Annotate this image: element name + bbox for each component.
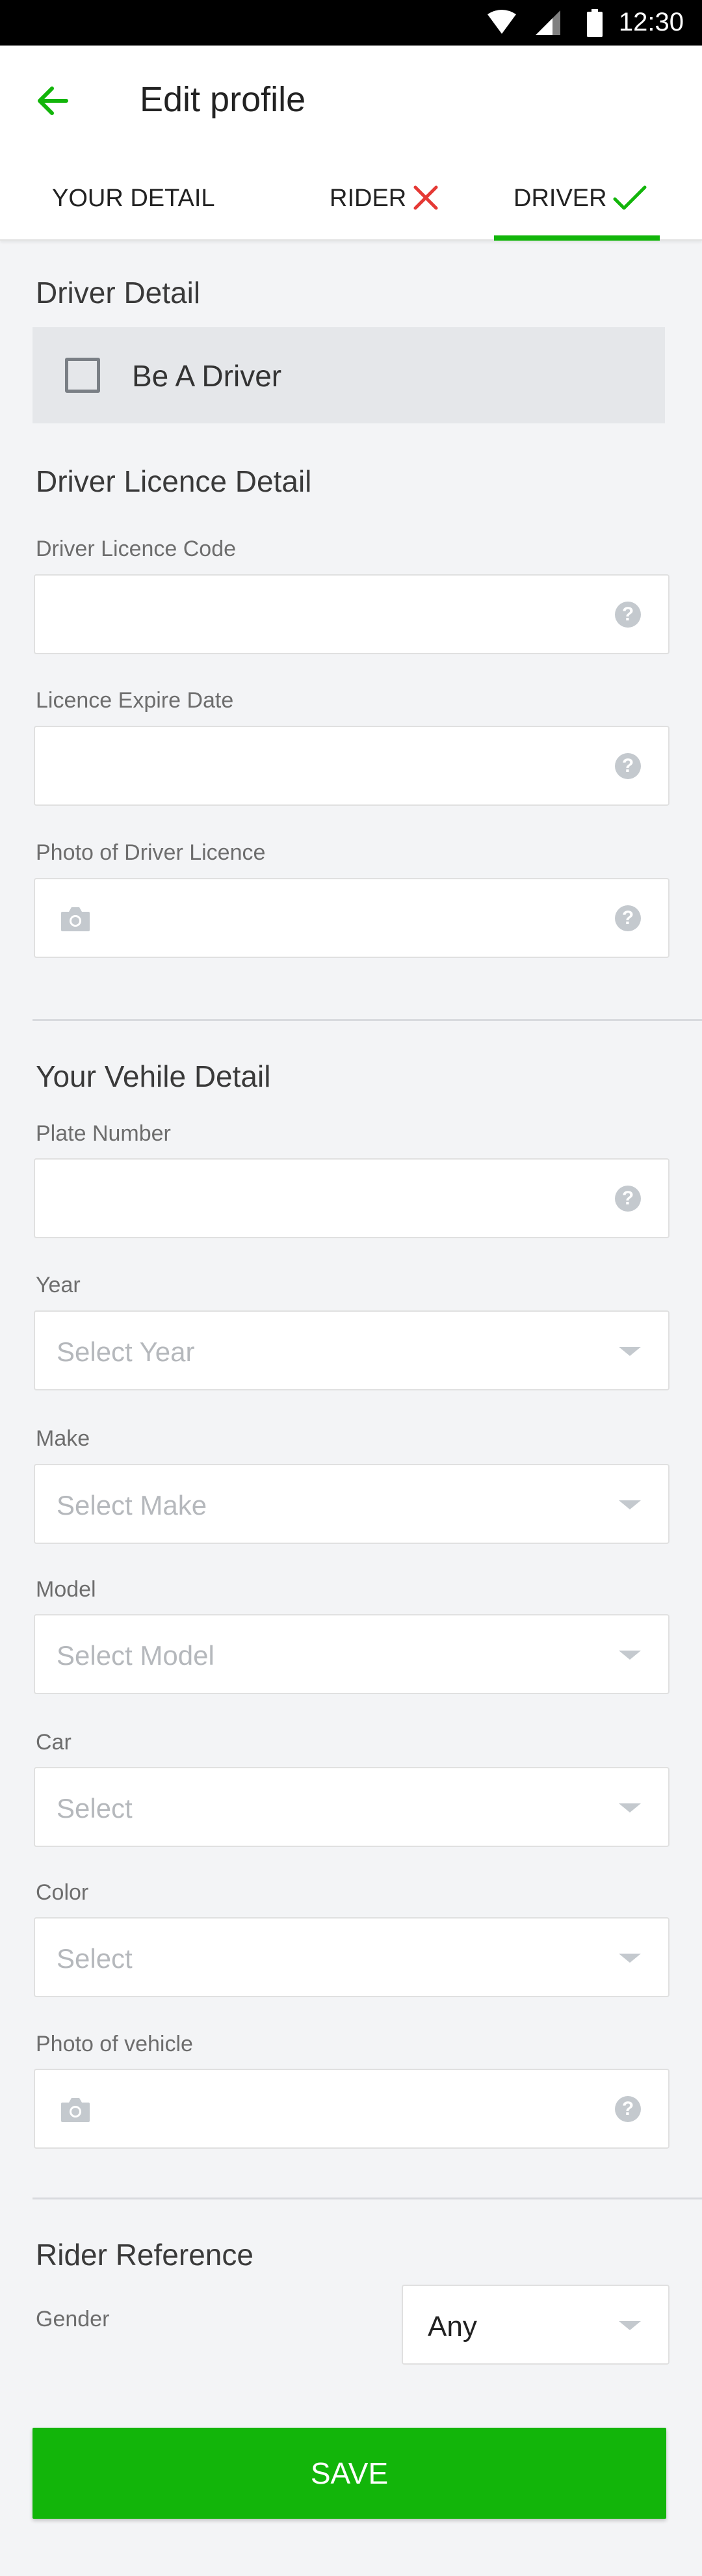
vehicle-photo-label: Photo of vehicle <box>36 2032 193 2056</box>
model-label: Model <box>36 1577 96 1602</box>
camera-icon <box>61 2098 90 2122</box>
vehicle-detail-heading: Your Vehile Detail <box>36 1059 271 1093</box>
help-icon[interactable]: ? <box>615 905 641 931</box>
app-bar: Edit profile <box>0 46 702 156</box>
color-label: Color <box>36 1880 89 1905</box>
licence-code-label: Driver Licence Code <box>36 537 237 561</box>
vehicle-photo-field[interactable]: ? <box>34 2069 670 2149</box>
driver-detail-heading: Driver Detail <box>36 276 201 310</box>
signal-icon <box>536 10 560 35</box>
tab-label: YOUR DETAIL <box>52 185 215 212</box>
model-placeholder: Select Model <box>57 1640 214 1671</box>
year-select[interactable]: Select Year <box>34 1310 670 1390</box>
gender-value: Any <box>428 2311 477 2343</box>
tab-driver[interactable]: DRIVER <box>514 182 656 215</box>
section-divider <box>32 2198 702 2199</box>
car-select[interactable]: Select <box>34 1767 670 1847</box>
plate-number-label: Plate Number <box>36 1121 171 1146</box>
section-divider <box>32 1019 702 1021</box>
battery-icon <box>587 9 603 37</box>
car-placeholder: Select <box>57 1793 133 1824</box>
gender-select[interactable]: Any <box>402 2285 670 2365</box>
status-time: 12:30 <box>618 8 684 36</box>
chevron-down-icon <box>619 1347 641 1356</box>
chevron-down-icon <box>619 1651 641 1660</box>
tab-label: RIDER <box>330 185 407 212</box>
licence-detail-heading: Driver Licence Detail <box>36 464 312 498</box>
model-select[interactable]: Select Model <box>34 1614 670 1694</box>
color-select[interactable]: Select <box>34 1917 670 1997</box>
wifi-icon <box>488 10 516 34</box>
close-icon <box>413 185 438 210</box>
licence-code-field[interactable]: ? <box>34 574 670 654</box>
color-placeholder: Select <box>57 1943 133 1974</box>
be-driver-label: Be A Driver <box>132 359 282 393</box>
help-icon[interactable]: ? <box>615 753 641 779</box>
make-select[interactable]: Select Make <box>34 1464 670 1544</box>
save-button[interactable]: SAVE <box>32 2428 666 2519</box>
plate-number-field[interactable]: ? <box>34 1158 670 1238</box>
licence-expire-label: Licence Expire Date <box>36 688 234 713</box>
be-driver-checkbox[interactable] <box>65 358 100 393</box>
chevron-down-icon <box>619 1954 641 1963</box>
page-title: Edit profile <box>140 80 306 119</box>
make-placeholder: Select Make <box>57 1490 207 1520</box>
car-label: Car <box>36 1730 72 1755</box>
licence-photo-field[interactable]: ? <box>34 878 670 958</box>
rider-reference-heading: Rider Reference <box>36 2238 254 2272</box>
licence-expire-field[interactable]: ? <box>34 726 670 806</box>
check-icon <box>613 185 647 210</box>
be-driver-row[interactable]: Be A Driver <box>32 327 665 423</box>
active-tab-indicator <box>494 235 660 241</box>
chevron-down-icon <box>619 2321 641 2330</box>
make-label: Make <box>36 1426 90 1451</box>
status-bar: 12:30 <box>0 0 702 46</box>
tab-bar: YOUR DETAIL RIDER DRIVER <box>0 156 702 241</box>
arrow-left-icon[interactable] <box>32 81 72 120</box>
camera-icon <box>61 907 90 931</box>
help-icon[interactable]: ? <box>615 2096 641 2122</box>
year-placeholder: Select Year <box>57 1336 195 1367</box>
gender-label: Gender <box>36 2307 110 2331</box>
year-label: Year <box>36 1273 81 1297</box>
licence-photo-label: Photo of Driver Licence <box>36 840 266 865</box>
chevron-down-icon <box>619 1500 641 1509</box>
help-icon[interactable]: ? <box>615 1186 641 1212</box>
chevron-down-icon <box>619 1803 641 1812</box>
tab-your-detail[interactable]: YOUR DETAIL <box>52 182 215 215</box>
tab-label: DRIVER <box>514 185 607 212</box>
help-icon[interactable]: ? <box>615 602 641 628</box>
tab-rider[interactable]: RIDER <box>330 182 447 215</box>
